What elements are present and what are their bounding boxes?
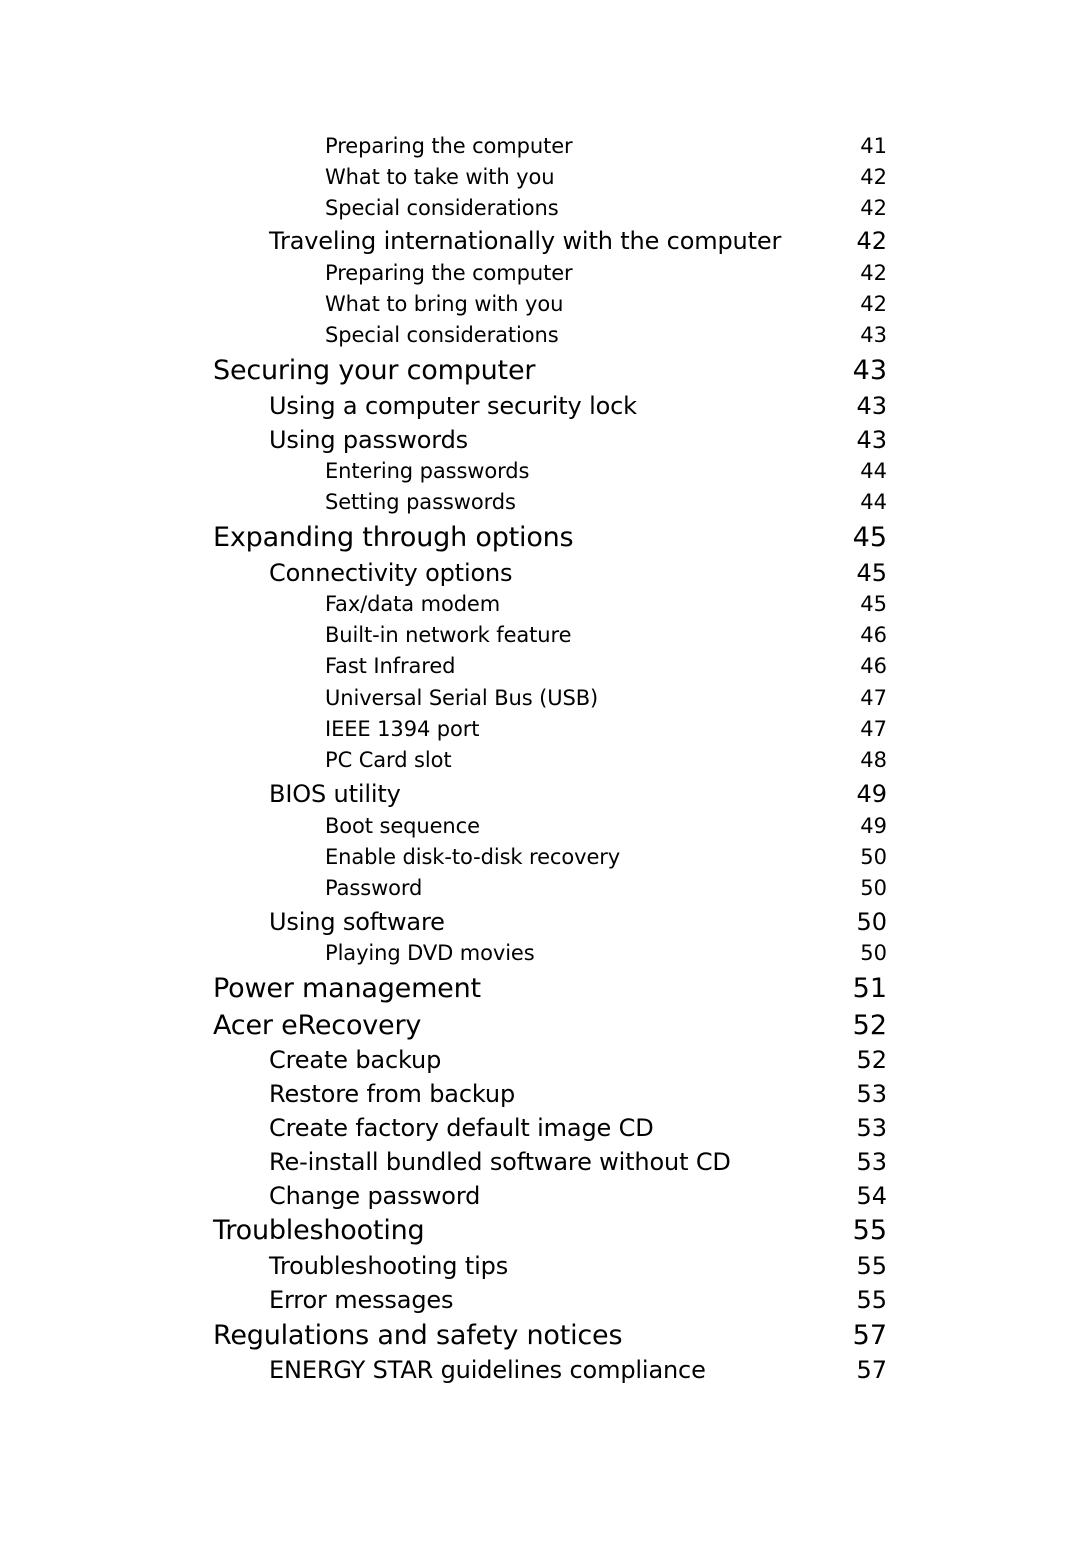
toc-entry-title: Entering passwords — [325, 459, 530, 483]
toc-entry-title: Create backup — [269, 1046, 442, 1074]
toc-entry-title: Boot sequence — [325, 814, 480, 838]
toc-entry-title: Fax/data modem — [325, 592, 501, 616]
toc-entry-title: Using software — [269, 908, 445, 936]
toc-entry-title: Built-in network feature — [325, 623, 572, 647]
toc-entry-page-number: 57 — [856, 1356, 887, 1384]
toc-entry-page-number: 55 — [856, 1252, 887, 1280]
toc-entry-page-number: 42 — [860, 261, 887, 285]
toc-entry-title: What to take with you — [325, 165, 555, 189]
toc-entry-title: Traveling internationally with the compu… — [269, 227, 782, 255]
toc-entry-page-number: 45 — [860, 592, 887, 616]
toc-entry-page-number: 52 — [852, 1010, 887, 1041]
toc-entry-page-number: 42 — [860, 196, 887, 220]
toc-entry-title: Expanding through options — [213, 522, 574, 553]
toc-entry-page-number: 44 — [860, 459, 887, 483]
toc-entry-title: Setting passwords — [325, 490, 516, 514]
toc-entry-title: Acer eRecovery — [213, 1010, 422, 1041]
toc-entry-title: Special considerations — [325, 196, 559, 220]
toc-entry-title: PC Card slot — [325, 748, 452, 772]
toc-entry-page-number: 50 — [860, 876, 887, 900]
toc-entry-page-number: 55 — [856, 1286, 887, 1314]
toc-entry-title: Change password — [269, 1182, 481, 1210]
toc-entry-page-number: 43 — [856, 392, 887, 420]
toc-entry-title: Special considerations — [325, 323, 559, 347]
toc-entry-title: Regulations and safety notices — [213, 1320, 623, 1351]
toc-entry-title: Preparing the computer — [325, 134, 573, 158]
toc-entry-title: Fast Infrared — [325, 654, 456, 678]
toc-entry-title: Restore from backup — [269, 1080, 516, 1108]
toc-entry-title: Enable disk-to-disk recovery — [325, 845, 621, 869]
toc-entry-title: Connectivity options — [269, 559, 513, 587]
toc-entry-page-number: 42 — [860, 292, 887, 316]
toc-entry-page-number: 42 — [860, 165, 887, 189]
toc-entry-page-number: 43 — [856, 426, 887, 454]
toc-entry-page-number: 53 — [856, 1148, 887, 1176]
toc-entry-page-number: 44 — [860, 490, 887, 514]
toc-entry-page-number: 50 — [860, 845, 887, 869]
toc-entry-title: Universal Serial Bus (USB) — [325, 686, 599, 710]
toc-entry-page-number: 55 — [852, 1215, 887, 1246]
toc-entry-title: IEEE 1394 port — [325, 717, 480, 741]
toc-entry-page-number: 48 — [860, 748, 887, 772]
toc-entry-page-number: 43 — [852, 355, 887, 386]
toc-entry-title: BIOS utility — [269, 780, 401, 808]
toc-entry-title: Power management — [213, 973, 481, 1004]
toc-entry-title: Securing your computer — [213, 355, 536, 386]
toc-entry-page-number: 53 — [856, 1114, 887, 1142]
toc-entry-page-number: 46 — [860, 654, 887, 678]
toc-entry-title: Playing DVD movies — [325, 941, 535, 965]
toc-entry-page-number: 45 — [852, 522, 887, 553]
toc-entry-title: What to bring with you — [325, 292, 564, 316]
toc-entry-page-number: 41 — [860, 134, 887, 158]
toc-entry-title: Using a computer security lock — [269, 392, 637, 420]
toc-entry-page-number: 49 — [860, 814, 887, 838]
toc-entry-page-number: 50 — [860, 941, 887, 965]
toc-entry-page-number: 49 — [856, 780, 887, 808]
toc-entry-page-number: 46 — [860, 623, 887, 647]
toc-entry-title: Using passwords — [269, 426, 469, 454]
toc-entry-title: Error messages — [269, 1286, 454, 1314]
toc-entry-page-number: 54 — [856, 1182, 887, 1210]
toc-entry-title: Password — [325, 876, 423, 900]
toc-entry-page-number: 45 — [856, 559, 887, 587]
toc-entry-page-number: 51 — [852, 973, 887, 1004]
table-of-contents: Preparing the computer 41 What to take wit… — [0, 0, 1080, 1549]
toc-entry-page-number: 47 — [860, 686, 887, 710]
toc-entry-page-number: 53 — [856, 1080, 887, 1108]
toc-entry-page-number: 43 — [860, 323, 887, 347]
toc-entry-title: Preparing the computer — [325, 261, 573, 285]
toc-entry-title: Troubleshooting — [213, 1215, 425, 1246]
toc-entry-page-number: 57 — [852, 1320, 887, 1351]
toc-entry-title: Troubleshooting tips — [269, 1252, 509, 1280]
toc-entry-title: ENERGY STAR guidelines compliance — [269, 1356, 706, 1384]
toc-entry-page-number: 52 — [856, 1046, 887, 1074]
toc-entry-page-number: 42 — [856, 227, 887, 255]
toc-entry-title: Re-install bundled software without CD — [269, 1148, 731, 1176]
toc-entry-page-number: 50 — [856, 908, 887, 936]
toc-entry-page-number: 47 — [860, 717, 887, 741]
toc-entry-title: Create factory default image CD — [269, 1114, 654, 1142]
